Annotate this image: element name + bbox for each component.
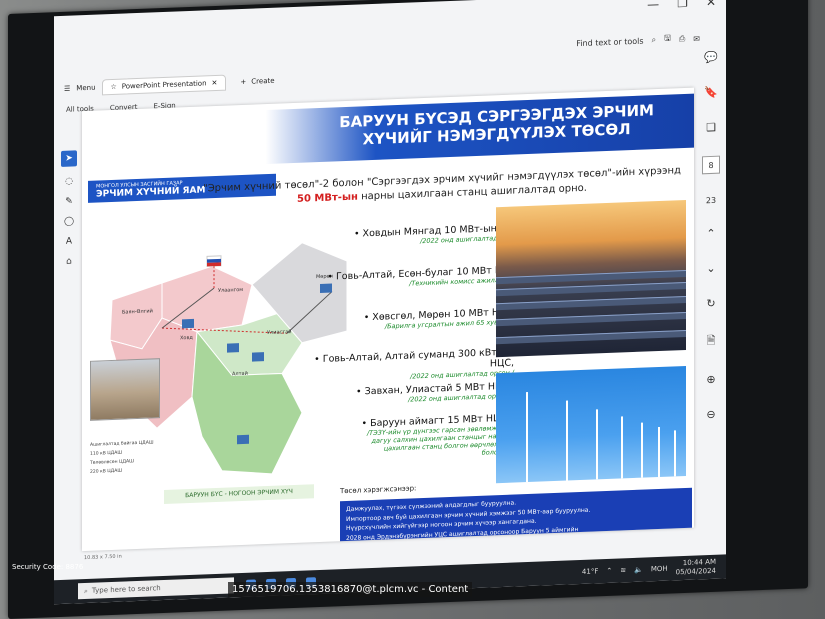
star-icon[interactable]: ☆ — [111, 83, 117, 91]
results-label: Төсөл хэрэгжсэнээр: — [340, 484, 417, 496]
label-ulaangom: Улаангом — [218, 287, 243, 294]
chevron-down-icon[interactable]: ⌄ — [706, 262, 715, 275]
solar-icon-2 — [227, 343, 239, 353]
window-controls: — ❐ ✕ — [647, 0, 716, 11]
page-size: 10.83 x 7.50 in — [84, 553, 122, 562]
system-tray: 41°F ⌃ ≋ 🔈 МОН 10:44 AM 05/04/2024 — [582, 557, 726, 581]
label-khovd: Ховд — [180, 335, 193, 342]
monitor-screen: — ❐ ✕ Find text or tools ⌕ 🖫 ⎙ ✉ ☰ Menu … — [54, 0, 726, 605]
page-current[interactable]: 8 — [702, 155, 720, 175]
chat-icon[interactable]: 💬 — [704, 51, 718, 65]
menu-label[interactable]: Menu — [76, 84, 95, 93]
left-toolbar: ➤ ◌ ✎ ◯ A ⌂ — [60, 150, 78, 267]
taskbar-search[interactable]: ⌕ Type here to search — [78, 577, 234, 600]
refresh-icon[interactable]: ↻ — [706, 297, 715, 310]
stamp-icon[interactable]: ⌂ — [66, 257, 72, 267]
find-bar: Find text or tools ⌕ 🖫 ⎙ ✉ — [576, 31, 700, 50]
find-text[interactable]: Find text or tools — [576, 36, 643, 48]
solar-icon-5 — [237, 434, 249, 445]
tab-new[interactable]: + Create — [232, 73, 282, 89]
label-bayan-ulgii: Баян-Өлгий — [122, 307, 153, 315]
text-icon[interactable]: A — [66, 237, 72, 247]
project-item-6: • Баруун аймагт 15 МВт НЦС, /ТЭЗҮ-ийн үр… — [284, 413, 510, 465]
label-uliastai: Улиастай — [267, 328, 292, 336]
plus-icon[interactable]: + — [240, 78, 246, 86]
weather: 41°F — [581, 567, 599, 576]
project-note-6: /ТЭЗҮ-ийн үр дүнгээс гарсан зөвлөмжийн д… — [366, 423, 510, 457]
right-sidebar: 💬 🔖 ❏ 8 23 ⌃ ⌄ ↻ 🗎 ⊕ ⊖ — [696, 50, 726, 539]
date: 05/04/2024 — [675, 566, 716, 577]
maximize-icon[interactable]: ❐ — [677, 0, 688, 10]
language[interactable]: МОН — [651, 565, 668, 574]
wifi-icon[interactable]: ≋ — [620, 566, 626, 574]
search-icon: ⌕ — [84, 586, 88, 595]
solar-icon-1 — [182, 318, 194, 329]
document-icon[interactable]: 🗎 — [707, 332, 716, 351]
intro-red: 50 МВт-ын — [297, 191, 358, 205]
solar-farm-photo — [496, 199, 686, 358]
slide: БАРУУН БҮСЭД СЭРГЭЭГДЭХ ЭРЧИМ ХҮЧИЙГ НЭМ… — [82, 87, 694, 552]
lasso-icon[interactable]: ◯ — [64, 216, 74, 226]
minimize-icon[interactable]: — — [647, 0, 659, 11]
close-icon[interactable]: ✕ — [706, 0, 716, 9]
clock[interactable]: 10:44 AM 05/04/2024 — [676, 558, 716, 578]
green-band: БАРУУН БҮС - НОГООН ЭРЧИМ ХҮЧ — [164, 484, 314, 505]
results-box: Дамжуулах, түгээх сүлжээний алдагдлыг бу… — [340, 487, 692, 552]
tab-powerpoint[interactable]: ☆ PowerPoint Presentation ✕ — [101, 74, 227, 96]
copy-icon[interactable]: ❏ — [706, 121, 716, 134]
zoom-in-icon[interactable]: ⊕ — [706, 373, 715, 386]
pen-icon[interactable]: ✎ — [65, 197, 73, 207]
cursor-icon[interactable]: ➤ — [61, 150, 77, 167]
menu-icon[interactable]: ☰ — [64, 85, 70, 93]
search-icon[interactable]: ⌕ — [652, 35, 656, 45]
bookmark-icon[interactable]: 🔖 — [704, 86, 718, 100]
comment-icon[interactable]: ◌ — [65, 177, 73, 187]
save-icon[interactable]: 🖫 — [664, 33, 671, 47]
wind-farm-photo — [496, 365, 686, 484]
page-total: 23 — [705, 195, 717, 206]
tab-close-icon[interactable]: ✕ — [212, 79, 218, 87]
search-placeholder: Type here to search — [91, 584, 161, 595]
label-altai: Алтай — [232, 370, 248, 378]
zoom-out-icon[interactable]: ⊖ — [706, 408, 715, 421]
create-label: Create — [251, 76, 275, 86]
security-code: Security Code: 8876 — [12, 563, 84, 571]
map-legend: Ашиглалтад байгаа ЦДАШ 110 кВ ЦДАШ Төлөв… — [90, 438, 154, 476]
mail-icon[interactable]: ✉ — [693, 34, 700, 43]
print-icon[interactable]: ⎙ — [679, 34, 685, 44]
chevron-up-icon[interactable]: ⌃ — [606, 567, 612, 575]
monitor-bezel: — ❐ ✕ Find text or tools ⌕ 🖫 ⎙ ✉ ☰ Menu … — [8, 0, 808, 619]
volume-icon[interactable]: 🔈 — [634, 566, 643, 574]
chevron-up-icon[interactable]: ⌃ — [706, 227, 715, 240]
tab-title: PowerPoint Presentation — [121, 79, 207, 91]
desert-photo — [90, 358, 160, 421]
stream-overlay: 1576519706.1353816870@t.plcm.vc - Conten… — [228, 582, 473, 597]
solar-icon-3 — [252, 352, 264, 362]
